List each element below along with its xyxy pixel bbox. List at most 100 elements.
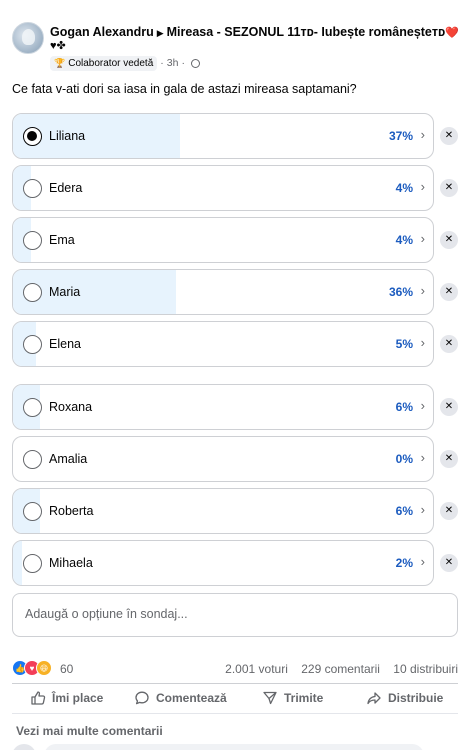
radio-icon[interactable] — [23, 502, 42, 521]
poll-option[interactable]: Roberta 6% › — [12, 488, 434, 534]
divider — [12, 683, 458, 684]
action-bar: Îmi place Comentează Trimite Distribuie — [0, 686, 458, 712]
send-button[interactable]: Trimite — [262, 690, 323, 706]
chevron-right-icon[interactable]: › — [421, 554, 425, 569]
radio-icon[interactable] — [23, 231, 42, 250]
radio-icon[interactable] — [23, 398, 42, 417]
radio-icon[interactable] — [23, 450, 42, 469]
poll-option-percent[interactable]: 6% — [396, 504, 413, 518]
like-button[interactable]: Îmi place — [30, 690, 103, 706]
contributor-badge: 🏆 Colaborator vedetă — [50, 55, 158, 71]
post-time[interactable]: 3h — [167, 57, 179, 69]
share-button[interactable]: Distribuie — [366, 690, 443, 706]
radio-checked-icon[interactable] — [23, 127, 42, 146]
chevron-right-icon[interactable]: › — [421, 127, 425, 142]
badge-label: Colaborator vedetă — [68, 57, 154, 69]
radio-icon[interactable] — [23, 283, 42, 302]
remove-option-icon[interactable]: ✕ — [440, 554, 458, 572]
poll-option-label: Amalia — [49, 452, 88, 466]
add-option-input[interactable] — [25, 607, 425, 621]
shares-count[interactable]: 10 distribuiri — [393, 662, 458, 676]
post-title-line: Gogan Alexandru ▶ Mireasa - SEZONUL 11тᴅ- … — [50, 25, 458, 39]
comment-bubble — [44, 744, 424, 750]
share-icon — [367, 692, 381, 705]
poll-option-percent[interactable]: 5% — [396, 337, 413, 351]
poll-option-label: Maria — [49, 285, 81, 299]
haha-reaction-icon: 😆 — [36, 660, 52, 676]
remove-option-icon[interactable]: ✕ — [440, 283, 458, 301]
stats-right: 2.001 voturi 229 comentarii 10 distribui… — [215, 662, 458, 676]
chevron-right-icon[interactable]: › — [421, 398, 425, 413]
poll-option-label: Liliana — [49, 129, 86, 143]
poll-question: Ce fata v-ati dori sa iasa in gala de as… — [12, 82, 357, 96]
chevron-right-icon[interactable]: › — [421, 231, 425, 246]
post-meta: 🏆 Colaborator vedetă · 3h · — [50, 55, 200, 71]
post-stats: 👍 ♥ 😆 60 2.001 voturi 229 comentarii 10 … — [12, 658, 458, 678]
poll-option[interactable]: Liliana 37% › — [12, 113, 434, 159]
poll-option[interactable]: Elena 5% › — [12, 321, 434, 367]
send-icon — [263, 691, 277, 705]
poll-option-percent[interactable]: 0% — [396, 452, 413, 466]
poll-option-label: Roxana — [49, 400, 93, 414]
radio-icon[interactable] — [23, 554, 42, 573]
group-name[interactable]: Mireasa - SEZONUL 11тᴅ- Iubește româneșt… — [167, 25, 446, 39]
author-avatar[interactable] — [12, 22, 44, 54]
add-option-field[interactable] — [12, 593, 458, 637]
comment-button[interactable]: Comentează — [134, 690, 227, 706]
separator-dot: · — [160, 57, 164, 69]
globe-icon — [190, 58, 200, 68]
share-label: Distribuie — [388, 691, 444, 705]
poll-option-label: Mihaela — [49, 556, 93, 570]
poll-option-label: Ema — [49, 233, 75, 247]
poll-option-percent[interactable]: 37% — [389, 129, 413, 143]
remove-option-icon[interactable]: ✕ — [440, 179, 458, 197]
group-name-emoji-line: ♥✤ — [50, 40, 66, 52]
comment-icon — [135, 691, 149, 705]
comment-label: Comentează — [156, 691, 227, 705]
votes-count[interactable]: 2.001 voturi — [225, 662, 288, 676]
poll-option-percent[interactable]: 4% — [396, 233, 413, 247]
chevron-right-icon[interactable]: › — [421, 335, 425, 350]
chevron-right-icon[interactable]: › — [421, 179, 425, 194]
poll-option[interactable]: Ema 4% › — [12, 217, 434, 263]
poll-option-percent[interactable]: 4% — [396, 181, 413, 195]
radio-icon[interactable] — [23, 179, 42, 198]
remove-option-icon[interactable]: ✕ — [440, 335, 458, 353]
poll-option-fill — [13, 541, 23, 585]
chevron-right-icon[interactable]: › — [421, 283, 425, 298]
poll-option[interactable]: Mihaela 2% › — [12, 540, 434, 586]
poll-option-percent[interactable]: 2% — [396, 556, 413, 570]
remove-option-icon[interactable]: ✕ — [440, 450, 458, 468]
poll-option[interactable]: Edera 4% › — [12, 165, 434, 211]
author-name[interactable]: Gogan Alexandru — [50, 25, 154, 39]
remove-option-icon[interactable]: ✕ — [440, 231, 458, 249]
radio-icon[interactable] — [23, 335, 42, 354]
comments-count[interactable]: 229 comentarii — [301, 662, 380, 676]
thumbs-up-icon — [31, 691, 46, 705]
remove-option-icon[interactable]: ✕ — [440, 398, 458, 416]
poll-option[interactable]: Maria 36% › — [12, 269, 434, 315]
chevron-right-icon[interactable]: › — [421, 502, 425, 517]
poll-option-label: Roberta — [49, 504, 94, 518]
group-emoji: ❤️❖ — [445, 27, 458, 39]
separator-dot: · — [181, 57, 185, 69]
remove-option-icon[interactable]: ✕ — [440, 127, 458, 145]
divider — [12, 713, 458, 714]
reaction-icons[interactable]: 👍 ♥ 😆 — [12, 660, 52, 676]
poll-option[interactable]: Roxana 6% › — [12, 384, 434, 430]
poll-option-label: Elena — [49, 337, 81, 351]
like-label: Îmi place — [52, 691, 104, 705]
remove-option-icon[interactable]: ✕ — [440, 502, 458, 520]
post-header: Gogan Alexandru ▶ Mireasa - SEZONUL 11тᴅ- … — [0, 0, 458, 76]
poll-option[interactable]: Amalia 0% › — [12, 436, 434, 482]
poll-option-label: Edera — [49, 181, 83, 195]
commenter-avatar — [12, 744, 36, 750]
trophy-icon: 🏆 — [54, 57, 66, 68]
poll-option-percent[interactable]: 6% — [396, 400, 413, 414]
view-more-comments-link[interactable]: Vezi mai multe comentarii — [16, 724, 163, 738]
arrow-right-icon: ▶ — [156, 28, 164, 38]
reactions-count[interactable]: 60 — [60, 662, 73, 676]
send-label: Trimite — [284, 691, 324, 705]
chevron-right-icon[interactable]: › — [421, 450, 425, 465]
poll-option-percent[interactable]: 36% — [389, 285, 413, 299]
